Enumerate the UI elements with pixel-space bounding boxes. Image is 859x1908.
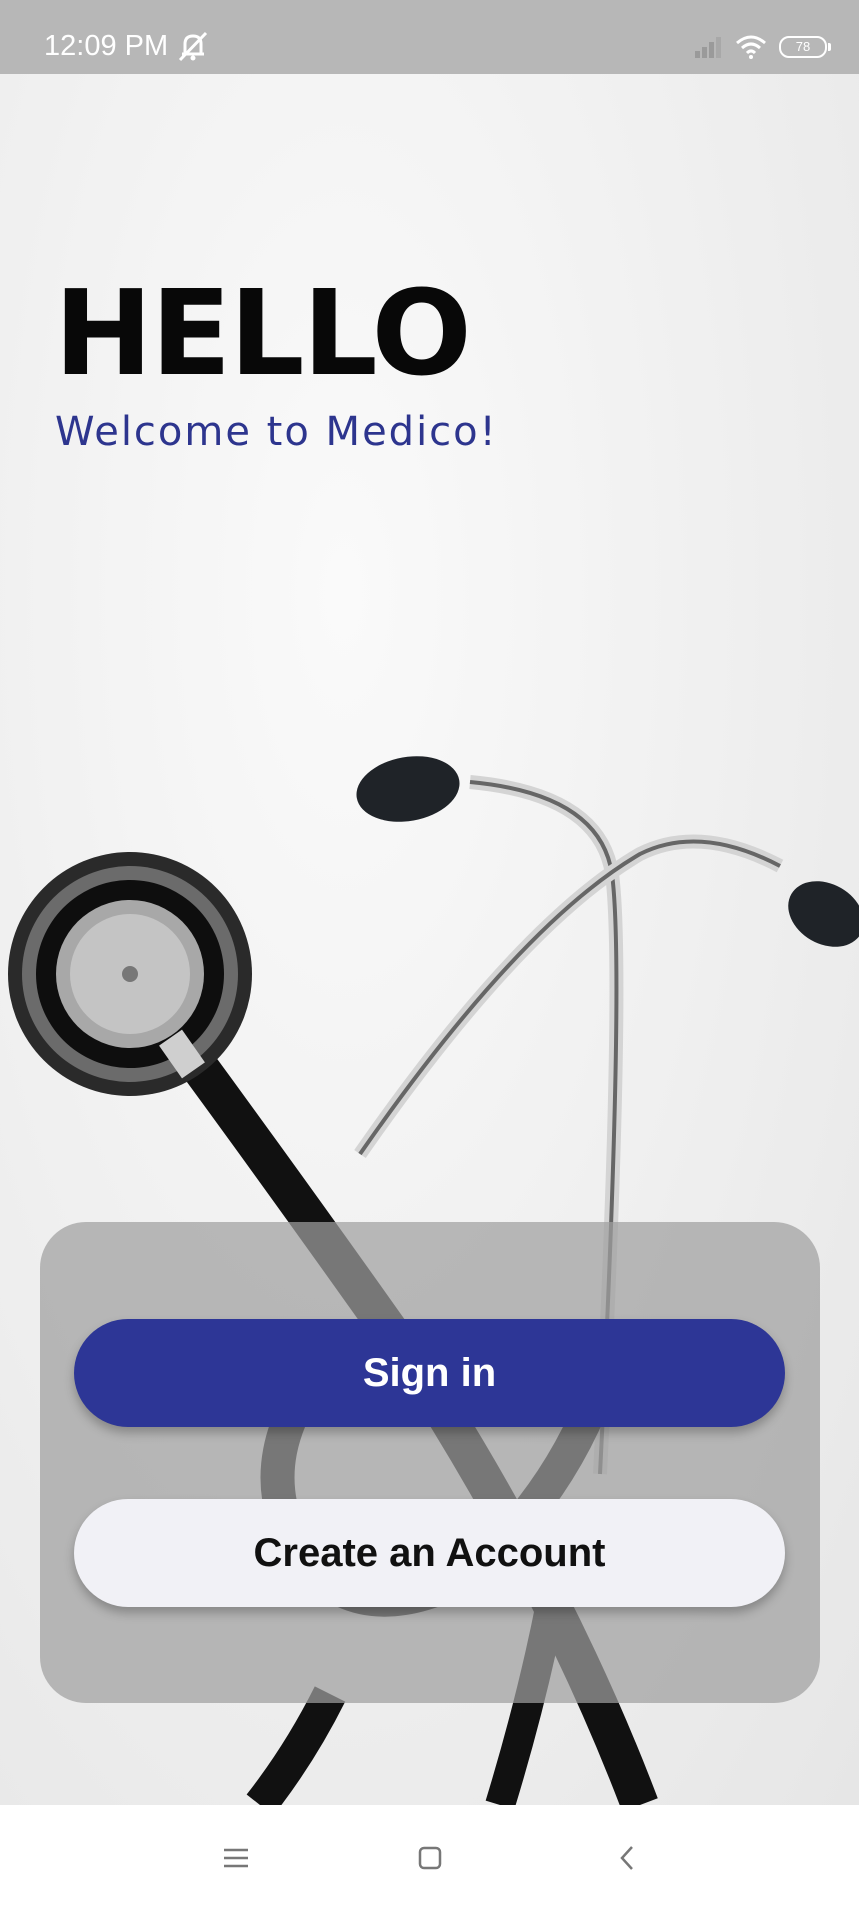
hero-background: HELLO Welcome to Medico! Sign in Create … (0, 74, 859, 1805)
welcome-subtitle: Welcome to Medico! (55, 409, 498, 455)
menu-icon[interactable] (211, 1833, 261, 1883)
wifi-icon (735, 35, 767, 59)
action-panel: Sign in Create an Account (40, 1222, 820, 1703)
status-icons: 78 (693, 34, 831, 60)
home-icon[interactable] (405, 1833, 455, 1883)
page-title: HELLO (54, 264, 472, 402)
signal-icon (693, 36, 723, 58)
battery-icon: 78 (779, 36, 831, 58)
back-icon[interactable] (602, 1833, 652, 1883)
muted-bell-icon (176, 30, 210, 62)
status-time: 12:09 PM (44, 30, 169, 62)
sign-in-button[interactable]: Sign in (74, 1319, 785, 1427)
status-bar: 12:09 PM 78 (0, 0, 859, 74)
create-account-button[interactable]: Create an Account (74, 1499, 785, 1607)
system-nav-bar (0, 1805, 859, 1908)
